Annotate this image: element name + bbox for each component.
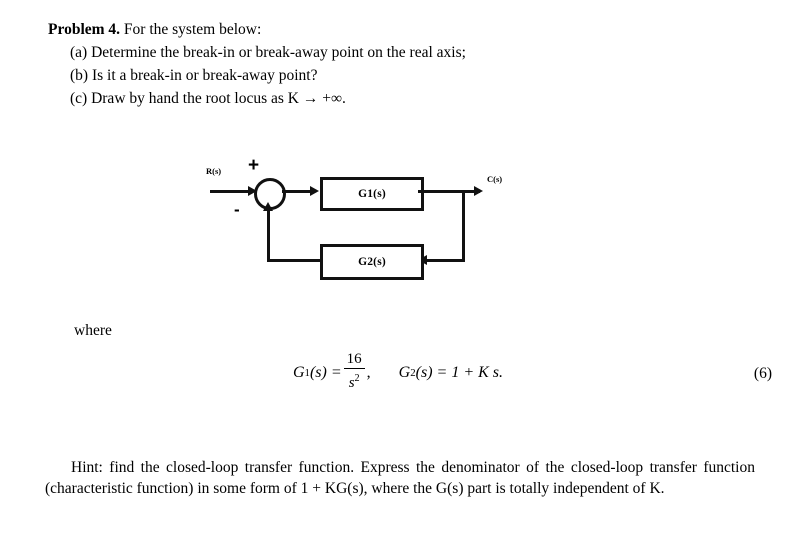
feedback-line-left — [267, 259, 323, 262]
problem-heading: Problem 4. For the system below: — [48, 18, 748, 41]
feedback-path-block-label: G2(s) — [358, 256, 386, 268]
equation-row: G 1 (s) = 16 s2 , G 2 (s) = 1 + K s. — [48, 351, 748, 393]
hint-paragraph: Hint: find the closed-loop transfer func… — [45, 458, 755, 499]
input-line — [210, 190, 250, 193]
problem-item-b: (b) Is it a break-in or break-away point… — [70, 67, 318, 84]
g2-expression: (s) = 1 + K s. — [415, 363, 504, 381]
g1-symbol: G — [292, 363, 305, 381]
g2-symbol: G — [398, 363, 411, 381]
feedback-vertical-to-sum — [267, 208, 270, 262]
forward-path-block: G1(s) — [320, 177, 424, 211]
feedback-tap-vertical — [462, 190, 465, 262]
problem-intro: For the system below: — [123, 21, 262, 38]
g1-denominator: s2 — [348, 373, 360, 392]
where-label: where — [74, 322, 112, 339]
output-line — [418, 190, 480, 193]
summing-plus-sign: + — [248, 155, 260, 176]
input-signal-label: R(s) — [206, 166, 222, 176]
g1-numerator: 16 — [346, 351, 362, 367]
equation-g2: G 2 (s) = 1 + K s. — [399, 364, 503, 382]
problem-label: Problem 4. — [48, 21, 121, 38]
output-arrowhead — [474, 186, 483, 196]
error-line — [282, 190, 312, 193]
forward-path-block-label: G1(s) — [358, 188, 386, 200]
feedback-arrowhead-into-sum — [263, 202, 273, 211]
hint-text: Hint: find the closed-loop transfer func… — [45, 459, 755, 497]
problem-item-c: (c) Draw by hand the root locus as K → +… — [70, 90, 346, 107]
output-signal-label: C(s) — [487, 174, 503, 184]
problem-statement: Problem 4. For the system below: (a) Det… — [48, 18, 748, 110]
feedback-path-block: G2(s) — [320, 244, 424, 280]
g1-argument: (s) = — [309, 363, 342, 381]
summing-minus-sign: - — [234, 200, 240, 219]
problem-page: Problem 4. For the system below: (a) Det… — [0, 0, 792, 557]
problem-item-a: (a) Determine the break-in or break-away… — [70, 44, 466, 61]
equation-g1: G 1 (s) = 16 s2 , — [292, 351, 371, 393]
block-diagram: R(s) + - G1(s) C(s) G2(s) — [190, 150, 530, 290]
g1-denominator-exponent: 2 — [354, 373, 360, 385]
fraction-bar — [343, 368, 365, 370]
equation-number: (6) — [753, 365, 772, 382]
g1-fraction: 16 s2 — [343, 351, 365, 392]
error-arrowhead — [310, 186, 319, 196]
g1-comma: , — [366, 363, 371, 381]
